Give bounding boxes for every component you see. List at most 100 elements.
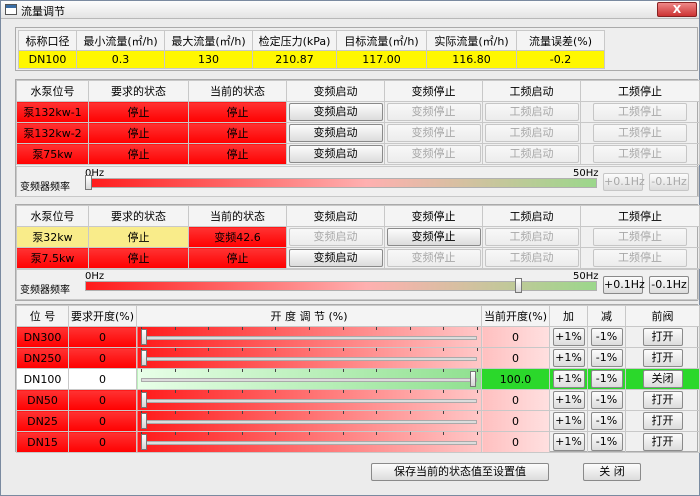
valve-current-opening: 0 <box>481 389 550 411</box>
vf-stop-button[interactable]: 变频停止 <box>386 228 481 246</box>
vf-start-button[interactable]: 变频启动 <box>288 145 383 163</box>
valve-toggle-button-cell: 打开 <box>625 431 700 453</box>
slider-tick <box>208 411 210 414</box>
valve-slider-track[interactable] <box>141 420 477 424</box>
pump-header-cell: 水泵位号 <box>16 205 89 227</box>
vfd-frequency-thumb[interactable] <box>85 175 92 190</box>
valve-plus-button[interactable]: +1% <box>552 370 585 388</box>
valve-slider-thumb[interactable] <box>141 434 147 450</box>
vf-stop-button[interactable]: 变频停止 <box>386 124 481 142</box>
valve-slider-ticks <box>141 390 478 395</box>
valve-plus-button[interactable]: +1% <box>552 328 585 346</box>
vfd-frequency-thumb[interactable] <box>515 278 523 293</box>
slider-tick <box>477 348 478 351</box>
valve-toggle-button[interactable]: 打开 <box>642 412 683 430</box>
valve-toggle-button[interactable]: 打开 <box>642 349 683 367</box>
pf-stop-button[interactable]: 工频停止 <box>593 228 687 246</box>
valve-slider-track[interactable] <box>141 336 477 340</box>
valve-minus-button[interactable]: -1% <box>590 370 623 388</box>
pump-required-state: 停止 <box>88 101 189 123</box>
slider-tick <box>275 411 277 414</box>
freq-plus-button[interactable]: +0.1Hz <box>603 173 645 191</box>
pf-stop-button[interactable]: 工频停止 <box>593 124 687 142</box>
flow-value-cell: 117.00 <box>336 50 427 69</box>
vfd-frequency-track[interactable] <box>85 178 597 188</box>
slider-tick <box>376 327 378 330</box>
slider-tick <box>174 348 176 351</box>
valve-minus-button[interactable]: -1% <box>590 328 623 346</box>
valve-plus-button[interactable]: +1% <box>552 391 585 409</box>
valve-header-cell: 开 度 调 节 (%) <box>136 305 482 327</box>
pf-start-button[interactable]: 工频启动 <box>484 124 579 142</box>
pf-start-button[interactable]: 工频启动 <box>484 228 579 246</box>
slider-tick <box>443 390 445 393</box>
freq-plus-button[interactable]: +0.1Hz <box>603 276 645 294</box>
valve-toggle-button[interactable]: 关闭 <box>642 370 683 388</box>
valve-plus-button[interactable]: +1% <box>552 412 585 430</box>
valve-slider-thumb[interactable] <box>141 413 147 429</box>
valve-minus-button[interactable]: -1% <box>590 349 623 367</box>
valve-minus-button[interactable]: -1% <box>590 391 623 409</box>
pf-stop-button[interactable]: 工频停止 <box>593 249 687 267</box>
pump-header-cell: 工频停止 <box>580 205 700 227</box>
valve-slider-thumb[interactable] <box>470 371 476 387</box>
valve-minus-button-cell: -1% <box>587 347 626 369</box>
valve-plus-button-cell: +1% <box>549 389 588 411</box>
valve-slider-cell <box>136 389 482 411</box>
valve-minus-button[interactable]: -1% <box>590 433 623 451</box>
save-state-button[interactable]: 保存当前的状态值至设置值 <box>371 463 549 481</box>
valve-plus-button[interactable]: +1% <box>552 349 585 367</box>
slider-tick <box>174 369 176 372</box>
vf-start-button[interactable]: 变频启动 <box>288 124 383 142</box>
valve-minus-button[interactable]: -1% <box>590 412 623 430</box>
pf-start-button[interactable]: 工频启动 <box>484 103 579 121</box>
close-button[interactable]: 关 闭 <box>583 463 641 481</box>
valve-slider-track[interactable] <box>141 357 477 361</box>
vf-start-button[interactable]: 变频启动 <box>288 103 383 121</box>
window-close-button[interactable]: X <box>657 2 697 17</box>
pf-start-button-cell: 工频启动 <box>482 226 581 248</box>
valve-toggle-button[interactable]: 打开 <box>642 328 683 346</box>
freq-minus-button[interactable]: -0.1Hz <box>649 276 689 294</box>
slider-tick <box>275 432 277 435</box>
vf-start-button[interactable]: 变频启动 <box>288 228 383 246</box>
pump-header-cell: 变频停止 <box>384 205 483 227</box>
slider-tick <box>275 348 277 351</box>
slider-tick <box>409 432 411 435</box>
vf-stop-button-cell: 变频停止 <box>384 247 483 269</box>
valve-current-opening: 0 <box>481 431 550 453</box>
slider-tick <box>409 327 411 330</box>
pump-header-cell: 要求的状态 <box>88 80 189 102</box>
pf-stop-button[interactable]: 工频停止 <box>593 103 687 121</box>
valve-header-cell: 当前开度(%) <box>481 305 550 327</box>
vf-start-button[interactable]: 变频启动 <box>288 249 383 267</box>
valve-toggle-button[interactable]: 打开 <box>642 391 683 409</box>
valve-slider-thumb[interactable] <box>141 350 147 366</box>
pump-header-cell: 水泵位号 <box>16 80 89 102</box>
valve-slider-track[interactable] <box>141 378 477 382</box>
valve-plus-button[interactable]: +1% <box>552 433 585 451</box>
valve-toggle-button[interactable]: 打开 <box>642 433 683 451</box>
valve-slider-track[interactable] <box>141 399 477 403</box>
valve-required-opening: 0 <box>68 326 137 348</box>
slider-tick <box>275 327 277 330</box>
slider-tick <box>477 369 478 372</box>
vf-stop-button[interactable]: 变频停止 <box>386 103 481 121</box>
slider-tick <box>409 348 411 351</box>
pf-start-button[interactable]: 工频启动 <box>484 249 579 267</box>
valve-slider-track[interactable] <box>141 441 477 445</box>
pf-stop-button[interactable]: 工频停止 <box>593 145 687 163</box>
flow-header-cell: 标称口径 <box>18 30 77 51</box>
freq-minus-button[interactable]: -0.1Hz <box>649 173 689 191</box>
valve-slider-thumb[interactable] <box>141 329 147 345</box>
valve-slider-thumb[interactable] <box>141 392 147 408</box>
vf-stop-button[interactable]: 变频停止 <box>386 249 481 267</box>
pf-start-button[interactable]: 工频启动 <box>484 145 579 163</box>
valve-plus-button-cell: +1% <box>549 368 588 390</box>
vf-stop-button[interactable]: 变频停止 <box>386 145 481 163</box>
valve-row: DN15 0 0 +1% -1% 打开 <box>16 431 700 453</box>
slider-tick <box>174 390 176 393</box>
valve-name: DN250 <box>16 347 69 369</box>
valve-panel: 位 号要求开度(%) 开 度 调 节 (%) 当前开度(%) 加减前阀 DN300 0 0 +… <box>15 304 700 453</box>
slider-tick <box>241 390 243 393</box>
